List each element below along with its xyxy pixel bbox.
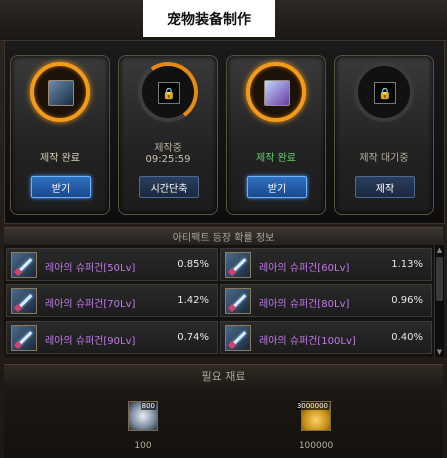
item-name: 레아의 슈퍼건[80Lv]: [259, 299, 350, 310]
item-probability: 0.85%: [177, 259, 209, 270]
progress-ring: [246, 62, 306, 122]
materials-area: 800 100 3000000 100000: [4, 387, 443, 458]
slot-timer: 09:25:59: [145, 154, 191, 165]
lock-icon: 🔒: [158, 82, 180, 104]
scroll-up-icon[interactable]: ▲: [435, 245, 444, 255]
progress-ring: 🔒: [138, 62, 198, 122]
craft-slot-4: 🔒 제작 대기중 제작: [334, 55, 434, 215]
progress-ring: [30, 62, 90, 122]
material-badge: 800: [140, 402, 156, 410]
gun-icon: [11, 252, 37, 278]
item-probability: 0.96%: [391, 295, 423, 306]
gun-icon: [225, 252, 251, 278]
item-probability: 1.13%: [391, 259, 423, 270]
slot-status: 제작 완료: [256, 153, 296, 164]
scroll-down-icon[interactable]: ▼: [435, 347, 444, 357]
time-reduce-button[interactable]: 시간단축: [139, 176, 199, 198]
gun-icon: [225, 288, 251, 314]
receive-button[interactable]: 받기: [247, 176, 307, 198]
list-item[interactable]: 레아의 슈퍼건[80Lv] 0.96%: [220, 284, 432, 317]
craft-button[interactable]: 제작: [355, 176, 415, 198]
gun-icon: [11, 288, 37, 314]
list-item[interactable]: 레아의 슈퍼건[60Lv] 1.13%: [220, 248, 432, 281]
receive-button[interactable]: 받기: [31, 176, 91, 198]
slot-status: 제작중: [154, 143, 182, 154]
window-title: 宠物装备制作: [143, 0, 275, 37]
list-item[interactable]: 레아의 슈퍼건[90Lv] 0.74%: [6, 321, 218, 354]
gold-coins-icon: 3000000: [295, 401, 331, 431]
item-name: 레아의 슈퍼건[60Lv]: [259, 263, 350, 274]
scroll-thumb[interactable]: [436, 257, 443, 301]
sword-icon: [48, 80, 74, 106]
slot-status: 제작 대기중: [359, 153, 409, 164]
crystal-icon: 800: [128, 401, 158, 431]
list-scrollbar[interactable]: ▲ ▼: [434, 245, 444, 357]
craft-slot-2: 🔒 제작중 09:25:59 시간단축: [118, 55, 218, 215]
gun-icon: [11, 325, 37, 351]
material-badge: 3000000: [295, 402, 329, 410]
item-probability: 0.40%: [391, 332, 423, 343]
item-probability: 1.42%: [177, 295, 209, 306]
item-name: 레아의 슈퍼건[70Lv]: [45, 299, 136, 310]
item-name: 레아의 슈퍼건[100Lv]: [259, 336, 356, 347]
item-name: 레아의 슈퍼건[90Lv]: [45, 336, 136, 347]
item-name: 레아의 슈퍼건[50Lv]: [45, 263, 136, 274]
list-item[interactable]: 레아의 슈퍼건[70Lv] 1.42%: [6, 284, 218, 317]
list-item[interactable]: 레아의 슈퍼건[100Lv] 0.40%: [220, 321, 432, 354]
gun-icon: [225, 325, 251, 351]
craft-slot-3: 제작 완료 받기: [226, 55, 326, 215]
material-amount: 100000: [298, 441, 334, 451]
probability-header: 아티팩트 등장 확률 정보: [4, 227, 443, 245]
slot-status: 제작 완료: [40, 153, 80, 164]
progress-ring: 🔒: [354, 62, 414, 122]
list-item[interactable]: 레아의 슈퍼건[50Lv] 0.85%: [6, 248, 218, 281]
probability-list: 레아의 슈퍼건[50Lv] 0.85% 레아의 슈퍼건[60Lv] 1.13% …: [4, 245, 434, 357]
item-probability: 0.74%: [177, 332, 209, 343]
craft-slot-1: 제작 완료 받기: [10, 55, 110, 215]
sword-icon: [264, 80, 290, 106]
material-amount: 100: [134, 441, 152, 451]
materials-header: 필요 재료: [4, 364, 443, 387]
lock-icon: 🔒: [374, 82, 396, 104]
